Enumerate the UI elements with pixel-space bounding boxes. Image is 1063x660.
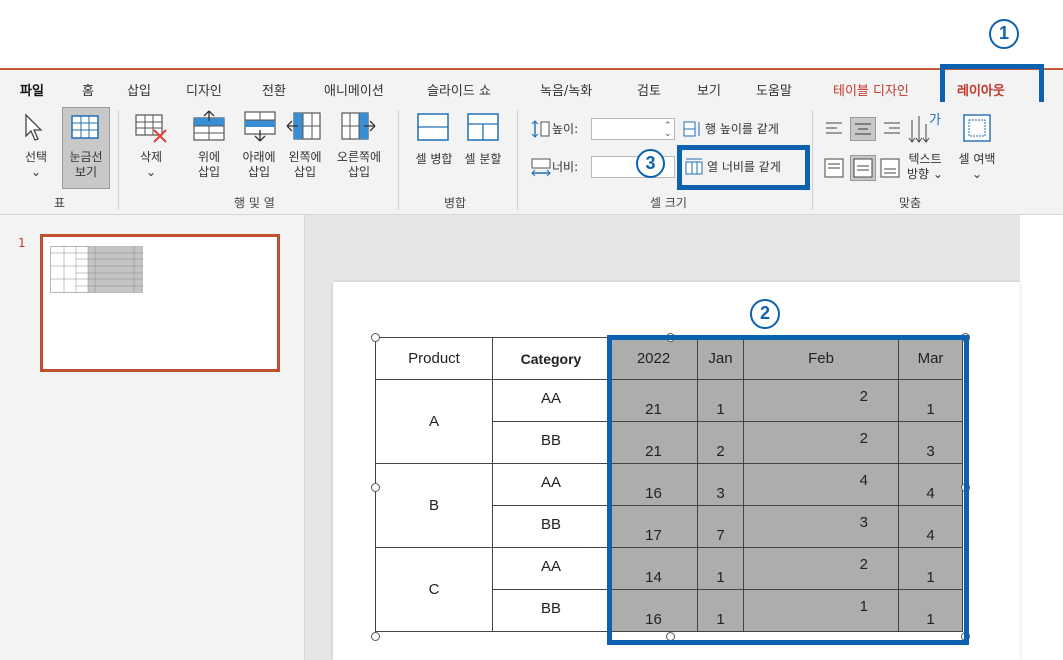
height-icon <box>531 120 550 138</box>
insert-above-icon <box>193 110 225 141</box>
tab-help[interactable]: 도움말 <box>756 80 792 99</box>
ribbon-tab-bar: 파일 홈 삽입 디자인 전환 애니메이션 슬라이드 쇼 녹음/녹화 검토 보기 … <box>0 68 1063 105</box>
text-direction-icon: 가 <box>908 113 941 143</box>
insert-left-button[interactable]: 왼쪽에 삽입 <box>284 150 326 180</box>
tab-transitions[interactable]: 전환 <box>262 80 286 99</box>
category-cell[interactable]: BB <box>492 421 610 464</box>
callout-2: 2 <box>750 299 780 329</box>
slide-number: 1 <box>18 236 26 250</box>
cell-margins-button[interactable]: 셀 여백 ⌄ <box>952 152 1002 182</box>
distribute-rows-button[interactable]: 행 높이를 같게 <box>705 122 779 137</box>
insert-left-icon <box>286 112 321 140</box>
category-cell[interactable]: BB <box>492 589 610 632</box>
resize-handle[interactable] <box>371 483 380 492</box>
width-icon <box>531 158 551 177</box>
gridlines-icon <box>71 115 99 139</box>
align-right-icon[interactable] <box>880 120 902 138</box>
insert-right-icon <box>341 112 376 140</box>
split-cells-icon <box>467 113 499 141</box>
resize-handle[interactable] <box>371 632 380 641</box>
align-left-icon[interactable] <box>824 120 846 138</box>
tab-view[interactable]: 보기 <box>697 80 721 99</box>
callout-1: 1 <box>989 19 1019 49</box>
align-top-icon[interactable] <box>824 157 846 179</box>
tab-design[interactable]: 디자인 <box>186 80 222 99</box>
gridlines-label: 눈금선 보기 <box>69 150 103 179</box>
split-cells-button[interactable]: 셀 분할 <box>459 152 507 167</box>
category-cell[interactable]: BB <box>492 505 610 548</box>
separator <box>118 110 119 210</box>
svg-text:가: 가 <box>929 113 941 128</box>
cursor-arrow-icon[interactable] <box>22 112 48 142</box>
category-cell[interactable]: AA <box>492 463 610 506</box>
separator <box>517 110 518 210</box>
tab-file[interactable]: 파일 <box>20 80 44 99</box>
distribute-rows-icon <box>683 121 700 137</box>
tab-animations[interactable]: 애니메이션 <box>324 80 384 99</box>
align-center-icon[interactable] <box>850 117 876 141</box>
category-cell[interactable]: AA <box>492 547 610 590</box>
select-button[interactable]: 선택 ⌄ <box>20 150 52 180</box>
group-label-cell-size: 셀 크기 <box>650 196 687 210</box>
callout-3: 3 <box>636 149 665 178</box>
width-label: 너비: <box>552 160 579 174</box>
chevron-down-icon: ⌄ <box>30 165 42 179</box>
delete-button[interactable]: 삭제 ⌄ <box>134 150 168 180</box>
height-input[interactable] <box>591 118 675 140</box>
group-label-alignment: 맞춤 <box>899 196 922 210</box>
callout-2-highlight <box>607 335 969 645</box>
thumbnail-table-preview <box>50 246 143 293</box>
tab-review[interactable]: 검토 <box>637 80 661 99</box>
callout-3-highlight <box>677 145 810 190</box>
chevron-down-icon: ⌄ <box>145 165 157 179</box>
align-middle-icon[interactable] <box>850 155 876 181</box>
group-label-table: 표 <box>54 196 66 210</box>
group-label-merge: 병합 <box>444 196 467 210</box>
separator <box>398 110 399 210</box>
header-product[interactable]: Product <box>375 337 493 380</box>
delete-table-icon <box>135 114 167 143</box>
height-spinner[interactable]: ⌃ ⌄ <box>664 122 672 139</box>
category-cell[interactable]: AA <box>492 379 610 422</box>
tab-record[interactable]: 녹음/녹화 <box>540 80 592 99</box>
product-cell[interactable]: C <box>375 547 493 632</box>
text-direction-button[interactable]: 텍스트 방향 ⌄ <box>902 152 948 182</box>
merge-cells-icon <box>417 113 449 141</box>
height-label: 높이: <box>552 122 579 136</box>
cell-margins-icon <box>963 114 991 142</box>
header-category[interactable]: Category <box>492 337 610 380</box>
insert-below-button[interactable]: 아래에 삽입 <box>236 150 282 180</box>
insert-right-button[interactable]: 오른쪽에 삽입 <box>332 150 386 180</box>
right-edge <box>1020 215 1063 660</box>
group-label-rows-cols: 행 및 열 <box>234 196 275 210</box>
product-cell[interactable]: A <box>375 379 493 464</box>
separator <box>812 110 813 210</box>
tab-table-design[interactable]: 테이블 디자인 <box>833 80 909 99</box>
merge-cells-button[interactable]: 셀 병합 <box>410 152 458 167</box>
insert-below-icon <box>244 111 276 142</box>
align-bottom-icon[interactable] <box>880 157 902 179</box>
insert-above-button[interactable]: 위에 삽입 <box>189 150 229 180</box>
tab-slideshow[interactable]: 슬라이드 쇼 <box>427 80 491 99</box>
tab-home[interactable]: 홈 <box>82 80 94 99</box>
chevron-down-icon: ⌄ <box>971 167 983 181</box>
tab-insert[interactable]: 삽입 <box>127 80 151 99</box>
select-label: 선택 <box>24 150 48 164</box>
resize-handle[interactable] <box>371 333 380 342</box>
product-cell[interactable]: B <box>375 463 493 548</box>
